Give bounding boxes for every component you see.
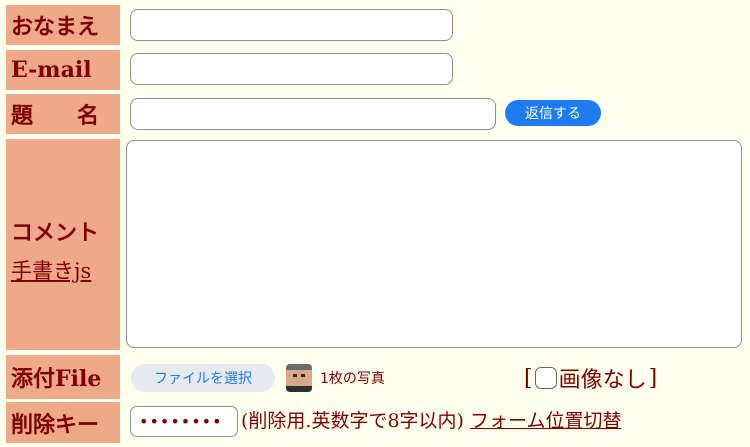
name-input[interactable] xyxy=(130,9,453,41)
photo-thumbnail xyxy=(286,364,312,392)
form-position-toggle-link[interactable]: フォーム位置切替 xyxy=(470,410,621,432)
file-label: 添付File xyxy=(6,355,120,399)
comment-label-cell: コメント 手書きjs xyxy=(6,139,120,350)
no-image-checkbox[interactable] xyxy=(534,367,557,389)
email-label: E-mail xyxy=(6,50,120,90)
reply-submit-button[interactable]: 返信する xyxy=(505,100,601,126)
subject-label: 題 名 xyxy=(6,94,120,134)
selected-file-text: 1枚の写真 xyxy=(320,371,385,387)
comment-textarea[interactable] xyxy=(126,140,742,348)
bracket-close: ] xyxy=(648,365,658,391)
choose-file-button[interactable]: ファイルを選択 xyxy=(131,364,275,392)
name-label: おなまえ xyxy=(6,5,120,45)
no-image-label: 画像なし xyxy=(558,368,647,393)
bracket-open: [ xyxy=(524,365,533,391)
delete-key-note: (削除用.英数字で8字以内) xyxy=(241,410,464,432)
handwriting-js-link[interactable]: 手書きjs xyxy=(11,255,91,285)
delete-key-input[interactable]: •••••••• xyxy=(130,406,238,437)
no-image-option[interactable]: [ 画像なし ] xyxy=(524,362,657,394)
delete-key-note-row: (削除用.英数字で8字以内) フォーム位置切替 xyxy=(241,406,621,433)
comment-label: コメント xyxy=(11,219,100,246)
subject-input[interactable] xyxy=(130,98,496,130)
delete-key-label: 削除キー xyxy=(6,402,120,443)
email-input[interactable] xyxy=(130,53,453,85)
